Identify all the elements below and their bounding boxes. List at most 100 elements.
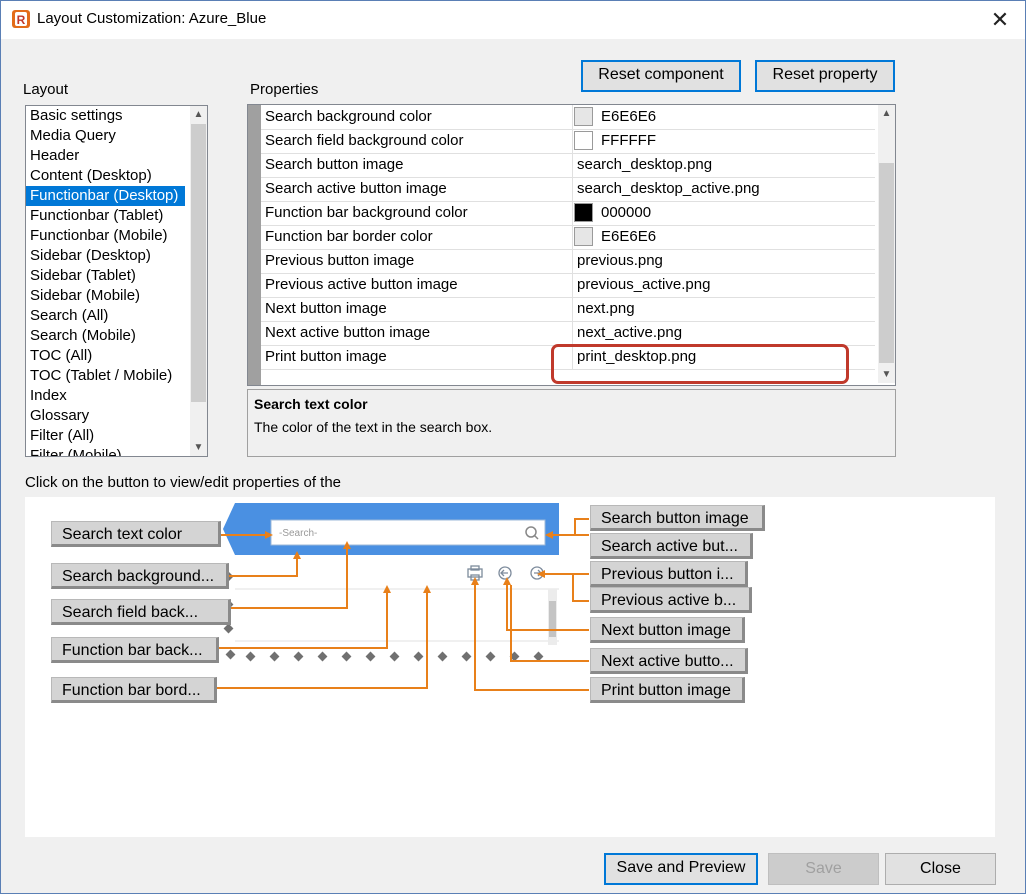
- app-logo-icon: R: [12, 10, 30, 28]
- property-row[interactable]: Function bar border color E6E6E6: [261, 225, 875, 250]
- layout-list-item[interactable]: Index: [26, 386, 185, 406]
- column-separator: [572, 129, 573, 153]
- property-row[interactable]: Search background color E6E6E6: [261, 105, 875, 130]
- property-row[interactable]: Next active button image next_active.png: [261, 321, 875, 346]
- preview-callout-button[interactable]: Search active but...: [590, 533, 753, 559]
- preview-callout-button[interactable]: Function bar bord...: [51, 677, 217, 703]
- property-name: Next active button image: [265, 324, 431, 341]
- property-name: Search button image: [265, 156, 404, 173]
- column-separator: [572, 153, 573, 177]
- layout-list-item[interactable]: Sidebar (Desktop): [26, 246, 185, 266]
- highlight-annotation: [551, 344, 849, 384]
- column-separator: [572, 177, 573, 201]
- close-button[interactable]: Close: [885, 853, 996, 885]
- layout-list-item[interactable]: Filter (Mobile): [26, 446, 185, 456]
- color-swatch[interactable]: [574, 203, 593, 222]
- layout-list-item[interactable]: Search (All): [26, 306, 185, 326]
- scroll-thumb[interactable]: [191, 124, 206, 402]
- property-value[interactable]: previous_active.png: [577, 276, 710, 293]
- column-separator: [572, 225, 573, 249]
- property-name: Search active button image: [265, 180, 447, 197]
- property-value[interactable]: next_active.png: [577, 324, 682, 341]
- properties-label: Properties: [250, 81, 319, 98]
- property-value[interactable]: E6E6E6: [601, 228, 656, 245]
- property-value[interactable]: E6E6E6: [601, 108, 656, 125]
- preview-callout-button[interactable]: Search field back...: [51, 599, 231, 625]
- layout-list-item[interactable]: Functionbar (Mobile): [26, 226, 185, 246]
- preview-callout-button[interactable]: Next active butto...: [590, 648, 748, 674]
- property-row[interactable]: Next button image next.png: [261, 297, 875, 322]
- property-name: Function bar border color: [265, 228, 433, 245]
- preview-callout-button[interactable]: Search button image: [590, 505, 765, 531]
- layout-list-item[interactable]: Filter (All): [26, 426, 185, 446]
- preview-callout-button[interactable]: Next button image: [590, 617, 745, 643]
- layout-list-item[interactable]: Search (Mobile): [26, 326, 185, 346]
- preview-callout-button[interactable]: Search background...: [51, 563, 229, 589]
- column-separator: [572, 273, 573, 297]
- property-row[interactable]: Search button image search_desktop.png: [261, 153, 875, 178]
- layout-list-item[interactable]: Sidebar (Mobile): [26, 286, 185, 306]
- property-row[interactable]: Search active button image search_desktop…: [261, 177, 875, 202]
- property-description: Search text color The color of the text …: [247, 389, 896, 457]
- layout-list-item[interactable]: Glossary: [26, 406, 185, 426]
- property-name: Search field background color: [265, 132, 464, 149]
- title-bar: R Layout Customization: Azure_Blue ✕: [1, 1, 1025, 39]
- layout-list-item[interactable]: TOC (All): [26, 346, 185, 366]
- scroll-down-icon[interactable]: ▼: [878, 366, 895, 383]
- preview-callout-button[interactable]: Function bar back...: [51, 637, 219, 663]
- scroll-up-icon[interactable]: ▲: [878, 105, 895, 122]
- property-value[interactable]: search_desktop.png: [577, 156, 712, 173]
- layout-list-item[interactable]: Basic settings: [26, 106, 185, 126]
- preview-scrollbar-thumb: [549, 601, 556, 637]
- column-separator: [572, 201, 573, 225]
- layout-list-scrollbar[interactable]: ▲ ▼: [190, 106, 207, 456]
- scroll-thumb[interactable]: [879, 163, 894, 363]
- properties-scrollbar[interactable]: ▲ ▼: [878, 105, 895, 383]
- preview-callout-button[interactable]: Search text color: [51, 521, 221, 547]
- layout-list-item[interactable]: Content (Desktop): [26, 166, 185, 186]
- property-value[interactable]: FFFFFF: [601, 132, 656, 149]
- layout-list-item[interactable]: Media Query: [26, 126, 185, 146]
- layout-list-item[interactable]: Functionbar (Tablet): [26, 206, 185, 226]
- description-text: The color of the text in the search box.: [254, 419, 493, 435]
- column-separator: [572, 249, 573, 273]
- color-swatch[interactable]: [574, 107, 593, 126]
- close-icon[interactable]: ✕: [985, 5, 1015, 35]
- layout-list[interactable]: Basic settings Media Query Header Content (…: [25, 105, 208, 457]
- layout-list-item[interactable]: Sidebar (Tablet): [26, 266, 185, 286]
- property-name: Print button image: [265, 348, 387, 365]
- preview-callout-button[interactable]: Previous active b...: [590, 587, 752, 613]
- save-and-preview-button[interactable]: Save and Preview: [604, 853, 758, 885]
- property-name: Next button image: [265, 300, 387, 317]
- window-title: Layout Customization: Azure_Blue: [37, 10, 267, 27]
- property-row[interactable]: Previous active button image previous_act…: [261, 273, 875, 298]
- property-value[interactable]: search_desktop_active.png: [577, 180, 760, 197]
- property-row[interactable]: Search field background color FFFFFF: [261, 129, 875, 154]
- column-separator: [572, 321, 573, 345]
- property-value[interactable]: 000000: [601, 204, 651, 221]
- layout-list-item[interactable]: Header: [26, 146, 185, 166]
- property-value[interactable]: next.png: [577, 300, 635, 317]
- color-swatch[interactable]: [574, 227, 593, 246]
- property-name: Function bar background color: [265, 204, 468, 221]
- column-separator: [572, 105, 573, 129]
- layout-list-item[interactable]: TOC (Tablet / Mobile): [26, 366, 185, 386]
- property-row[interactable]: Function bar background color 000000: [261, 201, 875, 226]
- color-swatch[interactable]: [574, 131, 593, 150]
- reset-component-button[interactable]: Reset component: [581, 60, 741, 92]
- svg-text:R: R: [17, 13, 26, 27]
- preview-callout-button[interactable]: Previous button i...: [590, 561, 748, 587]
- column-separator: [572, 297, 573, 321]
- property-row[interactable]: Previous button image previous.png: [261, 249, 875, 274]
- scroll-down-icon[interactable]: ▼: [190, 439, 207, 456]
- scroll-up-icon[interactable]: ▲: [190, 106, 207, 123]
- layout-list-item[interactable]: Functionbar (Desktop): [26, 186, 185, 206]
- preview-callout-button[interactable]: Print button image: [590, 677, 745, 703]
- save-button: Save: [768, 853, 879, 885]
- property-name: Previous active button image: [265, 276, 458, 293]
- reset-property-button[interactable]: Reset property: [755, 60, 895, 92]
- property-name: Previous button image: [265, 252, 415, 269]
- preview-instruction: Click on the button to view/edit propert…: [25, 474, 342, 491]
- layout-label: Layout: [23, 81, 69, 98]
- property-value[interactable]: previous.png: [577, 252, 663, 269]
